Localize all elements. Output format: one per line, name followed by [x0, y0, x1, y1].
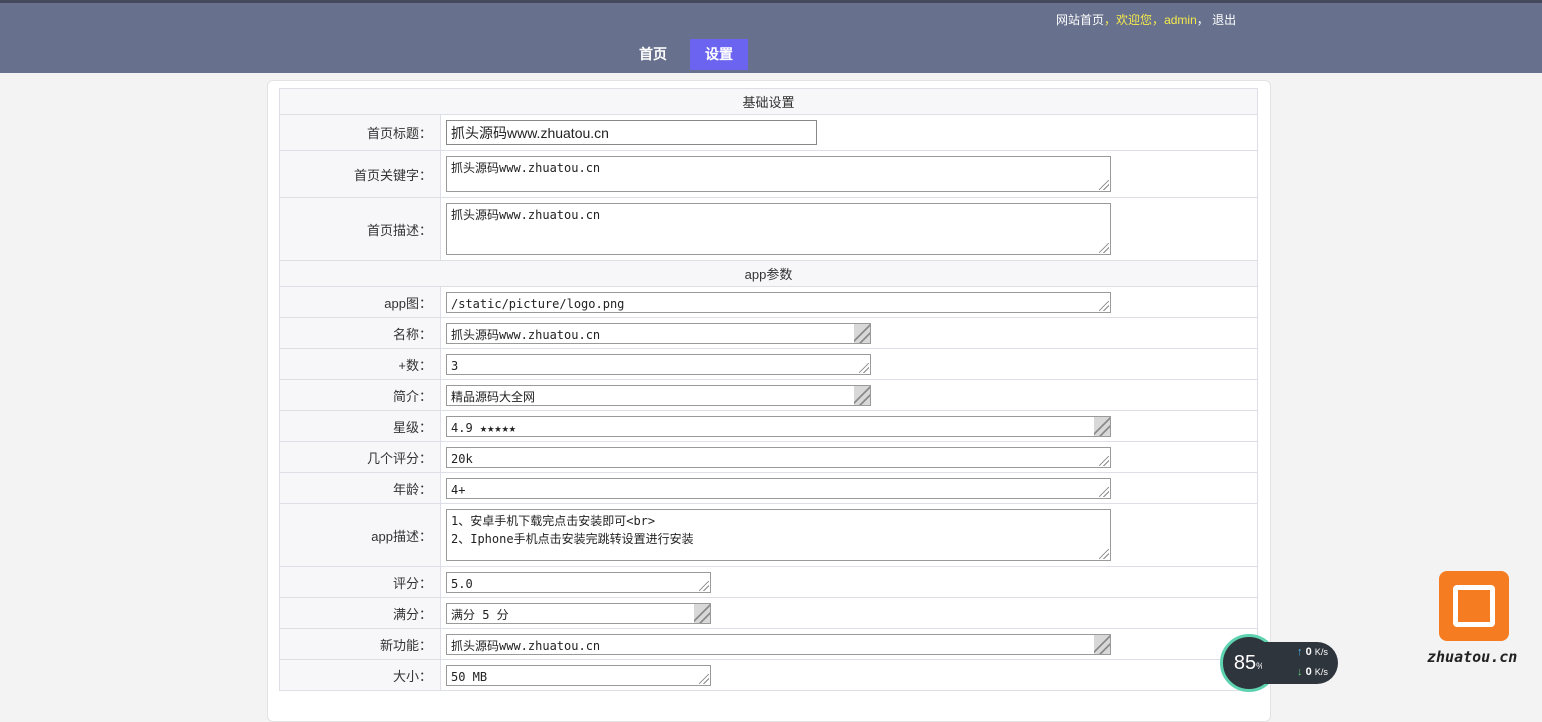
- field-label: 首页描述：: [279, 197, 441, 261]
- nav-item-home[interactable]: 首页: [624, 39, 682, 70]
- app-count-textarea[interactable]: 3: [446, 353, 871, 375]
- app-description-value: 1、安卓手机下载完点击安装即可<br> 2、Iphone手机点击安装完跳转设置进…: [451, 514, 694, 546]
- app-intro-textarea[interactable]: 精品源码大全网: [446, 384, 871, 406]
- separator: ，: [1104, 13, 1117, 27]
- app-count-value: 3: [451, 358, 459, 373]
- field-label: 评分：: [279, 566, 441, 598]
- nav-item-settings[interactable]: 设置: [690, 39, 748, 70]
- app-name-value: 抓头源码www.zhuatou.cn: [451, 327, 601, 342]
- site-home-link[interactable]: 网站首页: [1056, 13, 1104, 27]
- home-keywords-value: 抓头源码www.zhuatou.cn: [451, 161, 601, 175]
- size-value: 50 MB: [451, 669, 488, 684]
- home-description-textarea[interactable]: 抓头源码www.zhuatou.cn: [446, 203, 1111, 255]
- size-textarea[interactable]: 50 MB: [446, 664, 711, 686]
- app-rating-stars-textarea[interactable]: 4.9 ★★★★★: [446, 415, 1111, 437]
- full-score-textarea[interactable]: 满分 5 分: [446, 602, 711, 624]
- resize-handle[interactable]: [1099, 300, 1109, 311]
- app-icon-textarea[interactable]: /static/picture/logo.png: [446, 291, 1111, 313]
- resize-handle[interactable]: [699, 580, 709, 591]
- download-arrow-icon: ↓: [1297, 666, 1303, 678]
- review-count-value: 20k: [451, 451, 473, 466]
- speed-unit: K/s: [1314, 667, 1328, 677]
- resize-handle[interactable]: [1099, 455, 1109, 466]
- score-value: 5.0: [451, 576, 473, 591]
- separator: ，: [1152, 13, 1165, 27]
- score-textarea[interactable]: 5.0: [446, 571, 711, 593]
- top-links: 网站首页，欢迎您，admin， 退出: [1056, 11, 1236, 28]
- network-speed-widget: ↑ 0 K/s ↓ 0 K/s: [1262, 642, 1338, 684]
- full-score-value: 满分 5 分: [451, 607, 509, 622]
- resize-handle[interactable]: [1099, 243, 1109, 253]
- new-features-textarea[interactable]: 抓头源码www.zhuatou.cn: [446, 633, 1111, 655]
- username: admin: [1164, 13, 1197, 27]
- section-basic-title: 基础设置: [279, 88, 1258, 115]
- main-nav: 首页 设置: [624, 39, 756, 70]
- field-label: 满分：: [279, 597, 441, 629]
- app-intro-value: 精品源码大全网: [451, 389, 536, 404]
- speed-unit: K/s: [1314, 647, 1328, 657]
- field-label: 几个评分：: [279, 441, 441, 473]
- resize-handle[interactable]: [1094, 634, 1110, 654]
- resize-handle[interactable]: [699, 673, 709, 684]
- resize-handle[interactable]: [1099, 486, 1109, 497]
- field-label: 年龄：: [279, 472, 441, 504]
- new-features-value: 抓头源码www.zhuatou.cn: [451, 638, 601, 653]
- site-logo-icon: [1439, 571, 1509, 641]
- home-description-value: 抓头源码www.zhuatou.cn: [451, 208, 601, 222]
- resize-handle[interactable]: [854, 385, 870, 405]
- field-label: app图：: [279, 286, 441, 318]
- upload-value: 0: [1305, 646, 1312, 658]
- field-label: +数：: [279, 348, 441, 380]
- resize-handle[interactable]: [694, 603, 710, 623]
- field-label: 首页关键字：: [279, 150, 441, 198]
- field-label: app描述：: [279, 503, 441, 567]
- app-icon-value: /static/picture/logo.png: [451, 296, 625, 311]
- field-label: 简介：: [279, 379, 441, 411]
- home-title-input[interactable]: 抓头源码www.zhuatou.cn: [446, 120, 817, 145]
- download-value: 0: [1305, 666, 1312, 678]
- home-keywords-textarea[interactable]: 抓头源码www.zhuatou.cn: [446, 156, 1111, 192]
- resize-handle[interactable]: [859, 362, 869, 373]
- settings-form: 基础设置 首页标题： 抓头源码www.zhuatou.cn 首页关键字： 抓头源…: [279, 88, 1258, 691]
- age-rating-textarea[interactable]: 4+: [446, 477, 1111, 499]
- watermark-text: zhuatou.cn: [1427, 648, 1518, 666]
- field-label: 新功能：: [279, 628, 441, 660]
- resize-handle[interactable]: [854, 323, 870, 343]
- welcome-text: 欢迎您: [1116, 13, 1153, 27]
- resize-handle[interactable]: [1099, 180, 1109, 190]
- top-bar: 网站首页，欢迎您，admin， 退出 首页 设置: [0, 0, 1542, 73]
- upload-arrow-icon: ↑: [1297, 646, 1303, 658]
- field-label: 首页标题：: [279, 114, 441, 151]
- logout-link[interactable]: 退出: [1212, 13, 1236, 27]
- app-name-textarea[interactable]: 抓头源码www.zhuatou.cn: [446, 322, 871, 344]
- separator: ，: [1196, 13, 1209, 27]
- gauge-value: 85: [1233, 652, 1257, 674]
- section-app-title: app参数: [279, 260, 1258, 287]
- resize-handle[interactable]: [1099, 549, 1109, 559]
- field-label: 名称：: [279, 317, 441, 349]
- review-count-textarea[interactable]: 20k: [446, 446, 1111, 468]
- field-label: 星级：: [279, 410, 441, 442]
- age-rating-value: 4+: [451, 482, 466, 497]
- resize-handle[interactable]: [1094, 416, 1110, 436]
- app-description-textarea[interactable]: 1、安卓手机下载完点击安装即可<br> 2、Iphone手机点击安装完跳转设置进…: [446, 509, 1111, 561]
- app-rating-stars-value: 4.9 ★★★★★: [451, 420, 517, 435]
